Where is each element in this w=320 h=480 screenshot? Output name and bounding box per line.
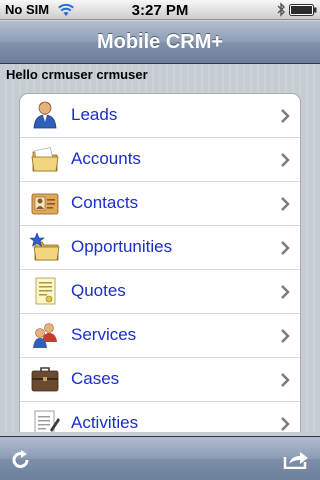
share-icon[interactable] bbox=[283, 449, 309, 469]
clock: 3:27 PM bbox=[131, 2, 189, 19]
menu-item-contacts[interactable]: Contacts bbox=[20, 182, 300, 226]
menu-item-quotes[interactable]: Quotes bbox=[20, 270, 300, 314]
quotes-document-icon bbox=[35, 277, 56, 305]
menu-item-label: Services bbox=[71, 325, 137, 344]
chevron-right-icon bbox=[281, 373, 290, 387]
menu-item-activities[interactable]: Activities bbox=[20, 402, 300, 432]
activities-notepad-icon bbox=[34, 410, 60, 432]
leads-icon bbox=[33, 101, 57, 129]
menu-item-label: Activities bbox=[71, 413, 139, 432]
menu-item-label: Cases bbox=[71, 369, 120, 388]
screen: No SIM 3:27 PM Mobile CRM+ Hello crmuser… bbox=[0, 0, 320, 480]
contacts-card-icon bbox=[31, 193, 59, 215]
chevron-right-icon bbox=[281, 241, 290, 255]
status-bar: No SIM 3:27 PM bbox=[0, 0, 320, 20]
menu-item-opportunities[interactable]: Opportunities bbox=[20, 226, 300, 270]
battery-icon bbox=[289, 4, 317, 16]
greeting-text: Hello crmuser crmuser bbox=[6, 67, 148, 82]
services-people-icon bbox=[33, 323, 57, 348]
nav-title: Mobile CRM+ bbox=[96, 31, 224, 53]
menu-item-services[interactable]: Services bbox=[20, 314, 300, 358]
menu-item-label: Leads bbox=[71, 105, 118, 124]
menu-item-label: Contacts bbox=[71, 193, 139, 212]
menu-item-cases[interactable]: Cases bbox=[20, 358, 300, 402]
menu-item-label: Accounts bbox=[71, 149, 141, 168]
opportunities-folder-star-icon bbox=[30, 232, 60, 261]
refresh-icon[interactable] bbox=[10, 449, 32, 471]
nav-bar: Mobile CRM+ bbox=[0, 20, 320, 64]
content-area[interactable]: Hello crmuser crmuser Leads Accounts Con… bbox=[0, 64, 320, 432]
menu-item-accounts[interactable]: Accounts bbox=[20, 138, 300, 182]
menu-item-label: Quotes bbox=[71, 281, 126, 300]
chevron-right-icon bbox=[281, 285, 290, 299]
bottom-toolbar bbox=[0, 436, 320, 480]
main-menu-list: Leads Accounts Contacts Opportunities Qu… bbox=[19, 93, 301, 432]
menu-item-label: Opportunities bbox=[71, 237, 173, 256]
chevron-right-icon bbox=[281, 329, 290, 343]
chevron-right-icon bbox=[281, 109, 290, 123]
chevron-right-icon bbox=[281, 197, 290, 211]
accounts-folder-icon bbox=[31, 147, 59, 172]
chevron-right-icon bbox=[281, 153, 290, 167]
bluetooth-icon bbox=[277, 2, 285, 17]
chevron-right-icon bbox=[281, 417, 290, 431]
cases-briefcase-icon bbox=[31, 367, 59, 392]
menu-item-leads[interactable]: Leads bbox=[20, 94, 300, 138]
